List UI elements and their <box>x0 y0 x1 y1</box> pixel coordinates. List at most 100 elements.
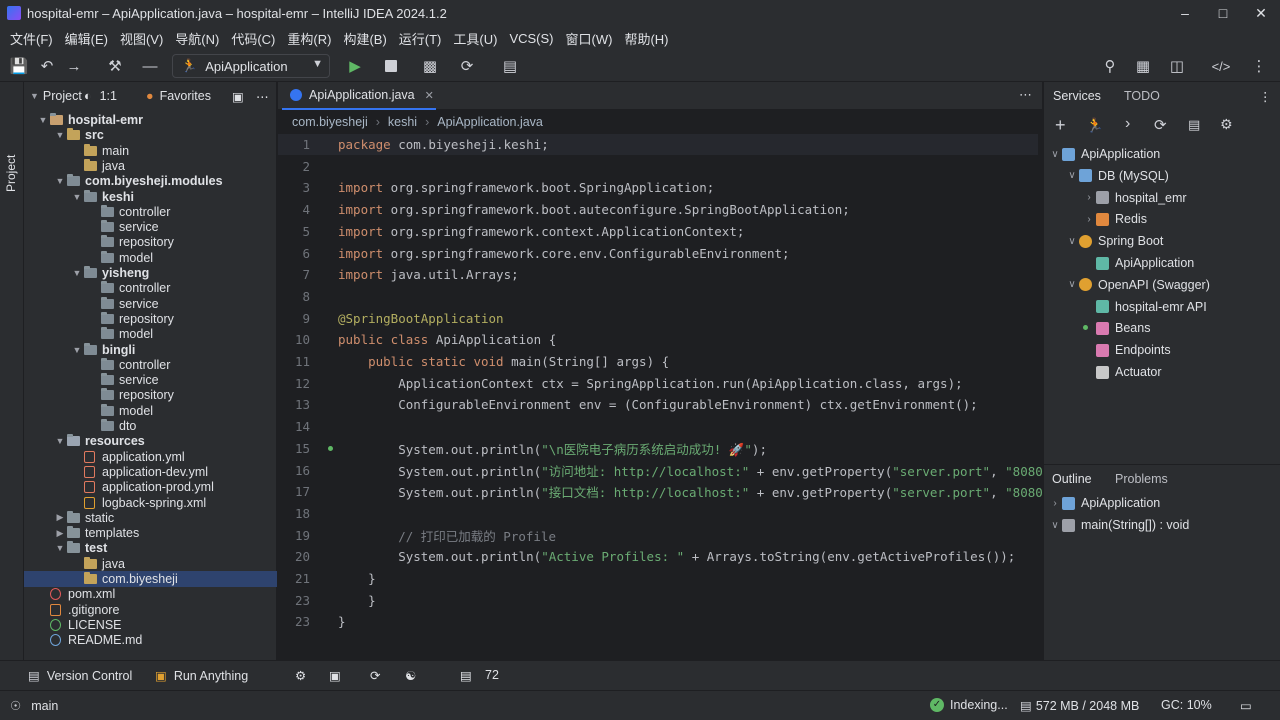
outline-item[interactable]: ∨ main(String[]) : void <box>1048 515 1189 535</box>
editor-tab-api-application[interactable]: ApiApplication.java ✕ <box>282 82 436 110</box>
more-horiz-icon[interactable]: ⋯ <box>256 82 269 110</box>
code-line[interactable]: 17 System.out.println("接口文档: http://loca… <box>278 481 1193 502</box>
add-icon[interactable]: + <box>1055 115 1066 136</box>
tree-item[interactable]: README.md <box>24 632 277 648</box>
tree-item[interactable]: java <box>24 158 277 174</box>
chevron-down-icon[interactable]: ∨ <box>1048 520 1062 531</box>
tree-item[interactable]: pom.xml <box>24 586 277 602</box>
code-line[interactable]: 4 import org.springframework.boot.autecon… <box>278 199 1038 220</box>
refresh-icon[interactable]: ⟳ <box>1154 116 1167 134</box>
code-icon[interactable]: </> <box>1211 56 1231 76</box>
run-icon[interactable]: ▶ <box>345 56 365 76</box>
code-line[interactable]: 10 public class ApiApplication { <box>278 329 1038 350</box>
settings-icon[interactable]: ⚙ <box>1220 116 1233 133</box>
more-vert-icon[interactable]: ⋮ <box>1259 82 1272 110</box>
tree-item[interactable]: controller <box>24 280 277 296</box>
tree-item[interactable]: ▼ keshi <box>24 189 277 205</box>
service-item[interactable]: Actuator <box>1082 362 1162 382</box>
menu-refactor[interactable]: 重构(R) <box>281 29 337 48</box>
tree-item[interactable]: main <box>24 143 277 159</box>
tree-item[interactable]: controller <box>24 357 277 373</box>
tree-item[interactable]: .gitignore <box>24 602 277 618</box>
layout-icon[interactable]: ◫ <box>1167 56 1187 76</box>
menu-view[interactable]: 视图(V) <box>114 29 169 48</box>
code-line[interactable]: 7 import java.util.Arrays; <box>278 264 1038 285</box>
runner-icon[interactable]: 🏃 <box>1086 117 1103 134</box>
git-branch-widget[interactable]: ☉ main <box>10 698 58 714</box>
code-line[interactable]: 16 System.out.println("访问地址: http://loca… <box>278 460 1073 481</box>
code-line[interactable]: 8 <box>278 286 1038 307</box>
tree-item[interactable]: ▼ resources <box>24 433 277 449</box>
service-item[interactable]: ∨ Spring Boot <box>1065 231 1163 251</box>
chevron-down-icon[interactable]: ∨ <box>1065 236 1079 247</box>
tree-item[interactable]: com.biyesheji <box>24 571 277 587</box>
rerun-icon[interactable]: ⟳ <box>457 56 477 76</box>
tree-item[interactable]: java <box>24 556 277 572</box>
menu-tools[interactable]: 工具(U) <box>447 29 503 48</box>
code-line[interactable]: 15 System.out.println("\n医院电子病历系统启动成功! 🚀… <box>278 438 1038 459</box>
close-tab-icon[interactable]: ✕ <box>425 89 434 102</box>
tree-item[interactable]: ▶ templates <box>24 525 277 541</box>
tab-one-to-one[interactable]: ◐ 1:1 <box>84 82 117 110</box>
terminal-icon[interactable]: ▤ <box>500 56 520 76</box>
tree-item[interactable]: ▼ bingli <box>24 342 277 358</box>
code-line[interactable]: 11 public static void main(String[] args… <box>278 351 1038 372</box>
chevron-down-icon[interactable]: ▼ <box>70 192 84 202</box>
tree-item[interactable]: repository <box>24 311 277 327</box>
tree-item[interactable]: service <box>24 372 277 388</box>
stop-icon[interactable] <box>381 56 401 76</box>
tree-item[interactable]: application-prod.yml <box>24 479 277 495</box>
chevron-right-icon[interactable]: ▶ <box>53 528 67 539</box>
document-icon[interactable]: ▤ <box>1188 117 1200 133</box>
run-anything-tool[interactable]: ▣ Run Anything <box>155 668 248 684</box>
chevron-down-icon[interactable]: ▼ <box>70 345 84 355</box>
tree-item[interactable]: model <box>24 326 277 342</box>
services-tool-icon[interactable]: ⚙ <box>295 668 306 683</box>
code-line[interactable]: 18 <box>278 503 1038 524</box>
tab-services[interactable]: Services <box>1053 82 1101 110</box>
code-line[interactable]: 2 <box>278 156 1038 177</box>
tab-todo[interactable]: TODO <box>1124 82 1160 110</box>
breadcrumb-item[interactable]: ApiApplication.java <box>437 115 543 129</box>
tab-favorites[interactable]: ● Favorites <box>146 82 211 110</box>
run-configuration-select[interactable]: 🏃 ApiApplication ▼ <box>172 54 330 78</box>
code-line[interactable]: 23 } <box>278 590 1038 611</box>
tree-item[interactable]: ▼ com.biyesheji.modules <box>24 173 277 189</box>
chevron-down-icon[interactable]: ∨ <box>1065 170 1079 181</box>
code-line[interactable]: 21 } <box>278 568 1038 589</box>
undo-icon[interactable]: ↶ <box>37 56 57 76</box>
chevron-down-icon[interactable]: ∨ <box>1048 149 1062 160</box>
tree-item[interactable]: model <box>24 250 277 266</box>
coverage-icon[interactable]: ▩ <box>420 56 440 76</box>
chevron-right-icon[interactable]: ▶ <box>53 512 67 523</box>
chevron-down-icon[interactable]: ▼ <box>53 436 67 446</box>
chevron-right-icon[interactable]: › <box>1082 192 1096 203</box>
memory-indicator[interactable]: ▤ 572 MB / 2048 MB <box>1020 698 1139 714</box>
code-line[interactable]: 9 @SpringBootApplication <box>278 308 1038 329</box>
search-icon[interactable]: ⚲ <box>1100 56 1120 76</box>
redo-icon[interactable]: → <box>64 56 84 76</box>
terminal-tool-icon[interactable]: ▣ <box>329 668 341 683</box>
service-item[interactable]: ∨ DB (MySQL) <box>1065 166 1169 186</box>
tree-item[interactable]: application.yml <box>24 449 277 465</box>
indexing-status[interactable]: ✓ Indexing... <box>930 698 1008 712</box>
structure-icon[interactable]: ▦ <box>1133 56 1153 76</box>
chevron-down-icon[interactable]: ▼ <box>53 176 67 186</box>
code-line[interactable]: 19 // 打印已加载的 Profile <box>278 525 1038 546</box>
problems-tool-icon[interactable]: ▤ <box>460 668 472 683</box>
tree-item[interactable]: controller <box>24 204 277 220</box>
more-vert-icon[interactable]: ⋮ <box>1249 56 1269 76</box>
code-line[interactable]: 12 ApplicationContext ctx = SpringApplic… <box>278 373 1038 394</box>
code-line[interactable]: 5 import org.springframework.context.Appl… <box>278 221 1038 242</box>
chevron-down-icon[interactable]: ▼ <box>53 543 67 553</box>
chevron-right-icon[interactable]: › <box>1082 214 1096 225</box>
more-horiz-icon[interactable]: ⋯ <box>1019 87 1032 103</box>
tree-item[interactable]: ▶ static <box>24 510 277 526</box>
tree-item[interactable]: service <box>24 296 277 312</box>
menu-navigate[interactable]: 导航(N) <box>169 29 225 48</box>
collapse-icon[interactable]: ▣ <box>232 82 244 110</box>
tree-item[interactable]: ▼ hospital-emr <box>24 112 277 128</box>
close-button[interactable]: ✕ <box>1242 0 1280 26</box>
menu-vcs[interactable]: VCS(S) <box>503 31 559 46</box>
chevron-down-icon[interactable]: ∨ <box>1065 279 1079 290</box>
